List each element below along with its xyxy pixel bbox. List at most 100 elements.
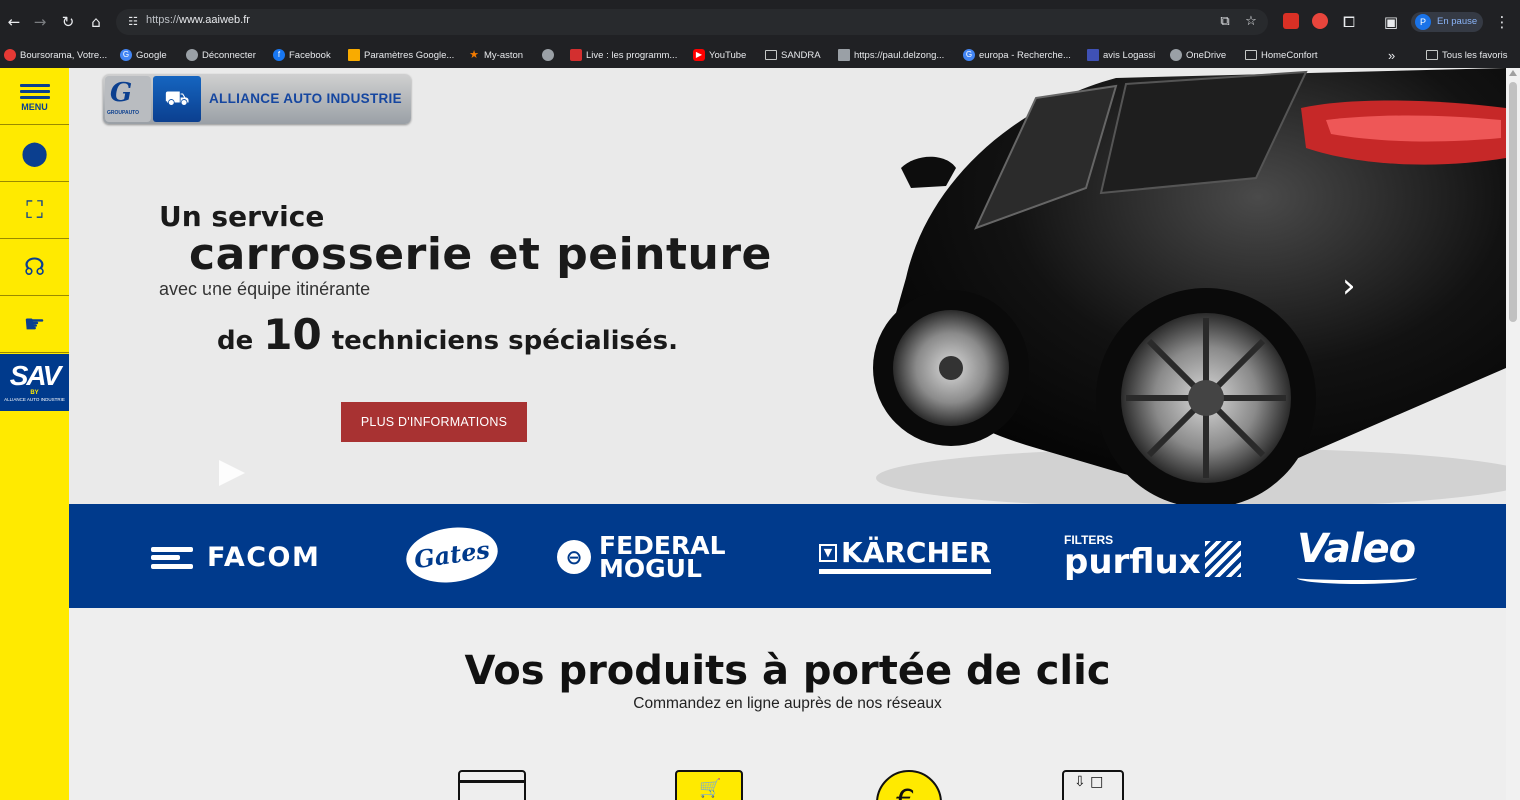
gmail-extension-icon[interactable] bbox=[1283, 13, 1299, 29]
federal-mogul-logo[interactable]: ⊖ FEDERAL MOGUL bbox=[557, 533, 726, 583]
bookmark-label: My-aston bbox=[484, 49, 524, 61]
bookmark-label: Google bbox=[136, 49, 167, 61]
gates-logo[interactable]: Gates bbox=[402, 521, 502, 589]
mail-icon bbox=[838, 49, 850, 61]
company-name: ALLIANCE AUTO INDUSTRIE bbox=[209, 91, 402, 106]
bookmark-folder-homeconfort[interactable]: HomeConfort bbox=[1245, 46, 1318, 64]
car-logo-icon: ⛟ bbox=[153, 76, 201, 122]
carousel-next-icon[interactable]: › bbox=[1342, 266, 1356, 306]
location-pin-icon: ⬤ bbox=[21, 139, 48, 167]
bookmark-boursorama[interactable]: Boursorama, Votre... bbox=[4, 46, 107, 64]
hero-headline-2: carrosserie et peinture bbox=[189, 229, 772, 280]
forward-icon[interactable]: → bbox=[30, 12, 50, 32]
back-icon[interactable]: ← bbox=[4, 12, 24, 32]
more-info-button[interactable]: PLUS D'INFORMATIONS bbox=[341, 402, 527, 442]
bookmark-europa[interactable]: Geuropa - Recherche... bbox=[963, 46, 1071, 64]
hero-techniciens: techniciens spécialisés. bbox=[331, 326, 678, 356]
hero-number: 10 bbox=[263, 310, 322, 359]
globe-icon bbox=[1170, 49, 1182, 61]
facom-text: FACOM bbox=[207, 542, 321, 573]
star-icon: ★ bbox=[469, 49, 479, 61]
sav-button[interactable]: SAV BY ALLIANCE AUTO INDUSTRIE bbox=[0, 354, 69, 411]
hero-headline-4: de 10 techniciens spécialisés. bbox=[217, 310, 678, 359]
browser-toolbar: ← → ↻ ⌂ ☷ https://www.aaiweb.fr ⧉ ☆ ⧠ ▣ … bbox=[0, 0, 1520, 42]
sav-by-text: BY bbox=[30, 390, 39, 396]
shopping-cart-icon[interactable]: 🛒 bbox=[675, 770, 743, 800]
scroll-up-icon[interactable] bbox=[1509, 70, 1517, 76]
delivery-box-icon[interactable]: ⇩ □ bbox=[1062, 770, 1124, 800]
install-app-icon[interactable]: ⧉ bbox=[1216, 13, 1234, 31]
url-host: www.aaiweb.fr bbox=[179, 14, 250, 26]
home-icon[interactable]: ⌂ bbox=[86, 12, 106, 32]
profile-avatar: P bbox=[1415, 14, 1431, 30]
folder-icon bbox=[765, 50, 777, 60]
bookmark-live[interactable]: Live : les programm... bbox=[570, 46, 677, 64]
profile-button[interactable]: P En pause bbox=[1411, 12, 1483, 32]
products-heading: Vos produits à portée de clic bbox=[464, 648, 1111, 694]
click-button[interactable]: ☛ bbox=[0, 296, 69, 353]
bookmark-label: OneDrive bbox=[1186, 49, 1227, 61]
support-button[interactable]: ☊ bbox=[0, 239, 69, 296]
bookmark-my-aston[interactable]: ★ My-aston bbox=[468, 46, 523, 64]
scroll-thumb[interactable] bbox=[1509, 82, 1517, 322]
side-panel-icon[interactable]: ▣ bbox=[1381, 12, 1401, 32]
folder-icon bbox=[1245, 50, 1257, 60]
support-agent-icon: ☊ bbox=[23, 253, 46, 281]
locator-button[interactable]: ⬤ bbox=[0, 125, 69, 182]
bookmark-folder-sandra[interactable]: SANDRA bbox=[765, 46, 821, 64]
logo-groupauto-text: GROUPAUTO bbox=[107, 110, 140, 116]
google-icon: G bbox=[120, 49, 132, 61]
bookmark-globe[interactable] bbox=[542, 46, 554, 64]
bookmark-youtube[interactable]: ▶ YouTube bbox=[693, 46, 746, 64]
bookmark-label: europa - Recherche... bbox=[979, 49, 1071, 61]
bookmark-label: YouTube bbox=[709, 49, 747, 61]
valeo-logo[interactable]: Valeo bbox=[1297, 526, 1418, 584]
menu-button[interactable]: MENU bbox=[0, 68, 69, 125]
mogul-text: MOGUL bbox=[599, 554, 702, 583]
web-catalog-icon[interactable] bbox=[458, 770, 526, 800]
bookmark-avis-logassi[interactable]: avis Logassi bbox=[1087, 46, 1155, 64]
url-text[interactable]: https://www.aaiweb.fr bbox=[146, 14, 250, 26]
face-scan-button[interactable]: ⛶ bbox=[0, 182, 69, 239]
bookmark-deconnecter[interactable]: Déconnecter bbox=[186, 46, 256, 64]
facom-logo[interactable]: FACOM bbox=[151, 542, 320, 573]
all-bookmarks-folder[interactable]: Tous les favoris bbox=[1426, 46, 1507, 64]
bookmark-paul-delzong[interactable]: https://paul.delzong... bbox=[838, 46, 944, 64]
karcher-logo[interactable]: ▼ KÄRCHER bbox=[819, 538, 991, 574]
reload-icon[interactable]: ↻ bbox=[58, 12, 78, 32]
brand-logos-strip: FACOM Gates ⊖ FEDERAL MOGUL ▼ KÄRCHER FIL… bbox=[69, 504, 1506, 608]
youtube-icon: ▶ bbox=[693, 49, 705, 61]
document-icon bbox=[1087, 49, 1099, 61]
extension-icon[interactable] bbox=[1312, 13, 1328, 29]
euro-coin-icon[interactable]: € bbox=[876, 770, 942, 800]
page-scrollbar[interactable] bbox=[1506, 68, 1520, 800]
bookmarks-overflow-button[interactable]: » bbox=[1388, 46, 1395, 64]
site-logo[interactable]: G GROUPAUTO ⛟ ALLIANCE AUTO INDUSTRIE bbox=[103, 74, 411, 124]
bookmark-label: https://paul.delzong... bbox=[854, 49, 945, 61]
logo-g-letter: G bbox=[110, 78, 133, 108]
address-bar[interactable]: ☷ https://www.aaiweb.fr ⧉ ☆ bbox=[116, 9, 1268, 35]
bookmark-onedrive[interactable]: OneDrive bbox=[1170, 46, 1226, 64]
bookmark-parametres-google[interactable]: Paramètres Google... bbox=[348, 46, 454, 64]
sav-sub-text: ALLIANCE AUTO INDUSTRIE bbox=[4, 397, 65, 402]
bookmark-star-icon[interactable]: ☆ bbox=[1242, 13, 1260, 31]
face-scan-icon: ⛶ bbox=[26, 196, 43, 224]
url-scheme: https:// bbox=[146, 14, 180, 26]
hero-carousel: G GROUPAUTO ⛟ ALLIANCE AUTO INDUSTRIE Un … bbox=[69, 68, 1506, 504]
globe-icon bbox=[542, 49, 554, 61]
bookmark-facebook[interactable]: f Facebook bbox=[273, 46, 331, 64]
bookmark-label: Live : les programm... bbox=[586, 49, 678, 61]
boursorama-icon bbox=[4, 49, 16, 61]
federal-mogul-icon: ⊖ bbox=[557, 540, 591, 574]
extensions-puzzle-icon[interactable]: ⧠ bbox=[1339, 12, 1359, 32]
profile-status: En pause bbox=[1437, 16, 1478, 27]
globe-icon bbox=[186, 49, 198, 61]
menu-label: MENU bbox=[21, 101, 48, 112]
carousel-prev-icon[interactable]: ‹ bbox=[207, 278, 216, 303]
play-icon[interactable] bbox=[219, 460, 245, 486]
purflux-logo[interactable]: FILTERS purflux bbox=[1064, 534, 1241, 579]
site-info-icon[interactable]: ☷ bbox=[124, 13, 142, 31]
page-viewport: MENU ⬤ ⛶ ☊ ☛ SAV BY ALLIANCE AUTO INDUST… bbox=[0, 68, 1520, 800]
browser-menu-icon[interactable]: ⋮ bbox=[1492, 12, 1512, 32]
bookmark-google[interactable]: G Google bbox=[120, 46, 167, 64]
